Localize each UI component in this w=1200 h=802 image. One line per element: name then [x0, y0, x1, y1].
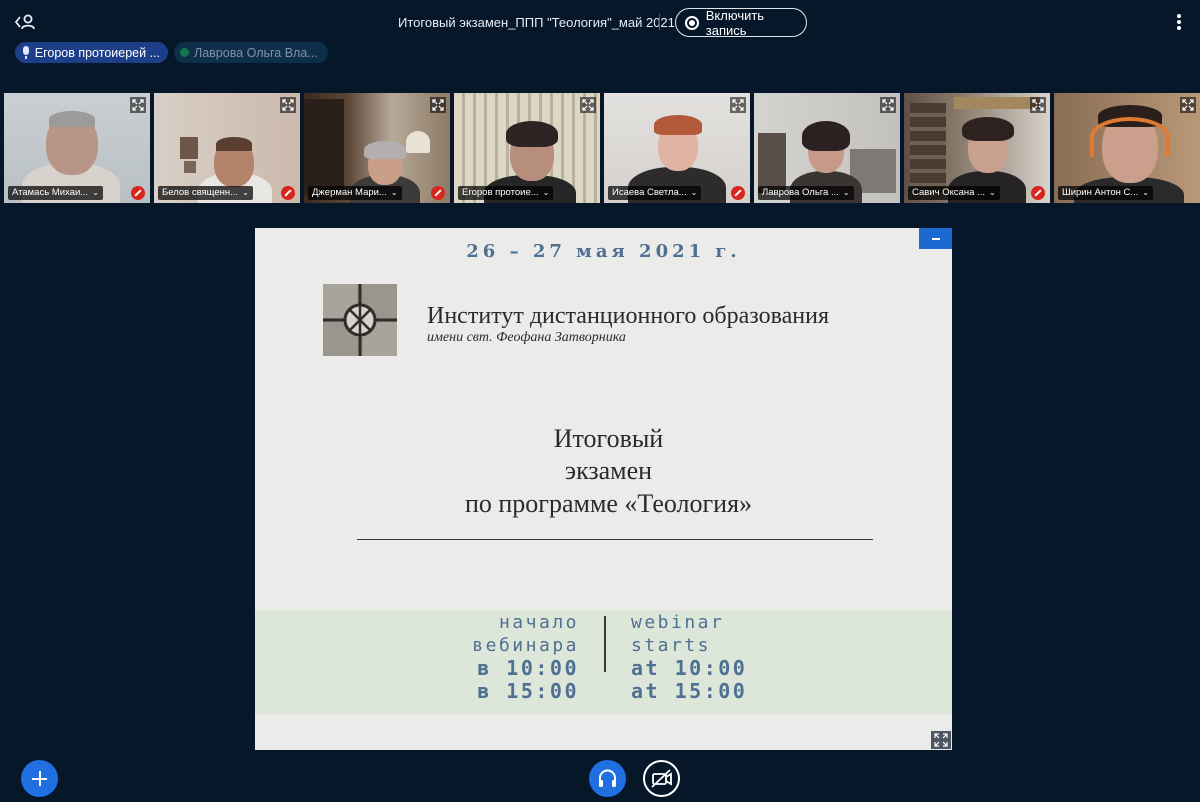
users-toggle-icon[interactable]	[14, 12, 36, 32]
minimize-presentation-button[interactable]	[919, 228, 952, 249]
slide-divider	[357, 539, 873, 540]
top-bar: Итоговый экзамен_ППП "Теология"_май 2021…	[0, 0, 1200, 44]
participant-name: Савич Оксана ...	[912, 187, 985, 198]
webcam-tile[interactable]: Джерман Мари... ⌄	[304, 93, 450, 203]
expand-icon[interactable]	[280, 97, 296, 113]
participant-name-tag[interactable]: Исаева Светла... ⌄	[608, 186, 702, 200]
chevron-down-icon: ⌄	[988, 188, 996, 197]
participant-name-tag[interactable]: Белов священн... ⌄	[158, 186, 253, 200]
expand-icon[interactable]	[130, 97, 146, 113]
participant-name-tag[interactable]: Егоров протоие... ⌄	[458, 186, 554, 200]
schedule-time: в 10:00	[477, 656, 579, 680]
expand-icon[interactable]	[1180, 97, 1196, 113]
schedule-russian: начало вебинара в 10:00 в 15:00	[472, 611, 579, 703]
schedule-time: в 15:00	[477, 679, 579, 703]
muted-icon	[131, 186, 145, 200]
muted-icon	[431, 186, 445, 200]
title-divider	[659, 14, 660, 30]
chevron-down-icon: ⌄	[92, 188, 99, 197]
schedule-line: вебинара	[472, 635, 579, 656]
schedule-line: starts	[631, 635, 712, 656]
participant-name-tag[interactable]: Савич Оксана ... ⌄	[908, 186, 1000, 200]
webcam-tile[interactable]: Савич Оксана ... ⌄	[904, 93, 1050, 203]
talker-name: Лаврова Ольга Вла...	[194, 45, 318, 60]
fullscreen-presentation-icon[interactable]	[931, 731, 951, 749]
institute-subtitle: имени свт. Феофана Затворника	[427, 330, 626, 345]
schedule-time: at 15:00	[631, 679, 748, 703]
institute-logo	[323, 284, 397, 356]
share-webcam-button[interactable]	[643, 760, 680, 797]
actions-plus-button[interactable]	[21, 760, 58, 797]
chevron-down-icon: ⌄	[390, 188, 398, 197]
muted-icon	[281, 186, 295, 200]
microphone-icon	[21, 46, 30, 59]
webcam-tile-active[interactable]: Егоров протоие... ⌄	[454, 93, 600, 203]
participant-name: Атамась Михаи...	[12, 187, 89, 198]
institute-title: Институт дистанционного образования	[427, 303, 830, 329]
webcam-strip: Атамась Михаи... ⌄ Белов священн... ⌄ Джер…	[4, 93, 1200, 203]
schedule-english: webinar starts at 10:00 at 15:00	[631, 611, 747, 703]
start-recording-button[interactable]: Включить запись	[675, 7, 807, 38]
participant-name-tag[interactable]: Ширин Антон С... ⌄	[1058, 186, 1153, 200]
participant-name: Егоров протоие...	[462, 187, 539, 198]
webcam-tile[interactable]: Исаева Светла... ⌄	[604, 93, 750, 203]
headphones-icon	[599, 769, 616, 787]
chevron-down-icon: ⌄	[242, 188, 249, 197]
schedule-time: at 10:00	[631, 656, 748, 680]
start-recording-label: Включить запись	[705, 7, 765, 38]
expand-icon[interactable]	[580, 97, 596, 113]
talker-name: Егоров протоиерей ...	[34, 45, 160, 60]
schedule-line: начало	[498, 612, 579, 633]
participant-name: Исаева Светла...	[612, 187, 687, 198]
participant-name: Белов священн...	[162, 187, 239, 198]
webcam-tile[interactable]: Ширин Антон С... ⌄	[1054, 93, 1200, 203]
presentation-slide: 26 – 27 мая 2021 г. Институт дистанционн…	[255, 228, 952, 750]
exam-title-line2: экзамен	[564, 456, 653, 485]
muted-icon	[731, 186, 745, 200]
participant-name: Джерман Мари...	[312, 187, 387, 198]
chevron-down-icon: ⌄	[842, 188, 850, 197]
schedule-divider	[604, 616, 606, 672]
exam-title-line3: по программе «Теология»	[464, 489, 753, 518]
slide-date: 26 – 27 мая 2021 г.	[466, 241, 741, 262]
participant-name: Лаврова Ольга ...	[762, 187, 839, 198]
talking-indicator-inactive[interactable]: Лаврова Ольга Вла...	[174, 42, 328, 63]
webcam-tile[interactable]: Атамась Михаи... ⌄	[4, 93, 150, 203]
expand-icon[interactable]	[880, 97, 896, 113]
expand-icon[interactable]	[430, 97, 446, 113]
talking-indicator-active[interactable]: Егоров протоиерей ...	[15, 42, 168, 63]
video-off-icon	[651, 769, 672, 788]
meeting-title: Итоговый экзамен_ППП "Теология"_май 2021	[398, 15, 675, 30]
chevron-down-icon: ⌄	[542, 188, 550, 197]
schedule-line: webinar	[631, 612, 725, 633]
chevron-down-icon: ⌄	[690, 188, 698, 197]
webcam-tile[interactable]: Лаврова Ольга ... ⌄	[754, 93, 900, 203]
participant-name: Ширин Антон С...	[1062, 187, 1139, 198]
webcam-tile[interactable]: Белов священн... ⌄	[154, 93, 300, 203]
expand-icon[interactable]	[1030, 97, 1046, 113]
participant-name-tag[interactable]: Атамась Михаи... ⌄	[8, 186, 103, 200]
exam-title-line1: Итоговый	[553, 424, 664, 453]
schedule-band: начало вебинара в 10:00 в 15:00 webinar …	[255, 610, 952, 714]
expand-icon[interactable]	[730, 97, 746, 113]
status-dot-icon	[180, 48, 189, 57]
participant-name-tag[interactable]: Джерман Мари... ⌄	[308, 186, 402, 200]
chevron-down-icon: ⌄	[1142, 188, 1149, 197]
participant-name-tag[interactable]: Лаврова Ольга ... ⌄	[758, 186, 854, 200]
record-icon	[685, 15, 699, 30]
muted-icon	[1031, 186, 1045, 200]
audio-headphones-button[interactable]	[589, 760, 626, 797]
kebab-menu-icon[interactable]	[1172, 12, 1186, 32]
